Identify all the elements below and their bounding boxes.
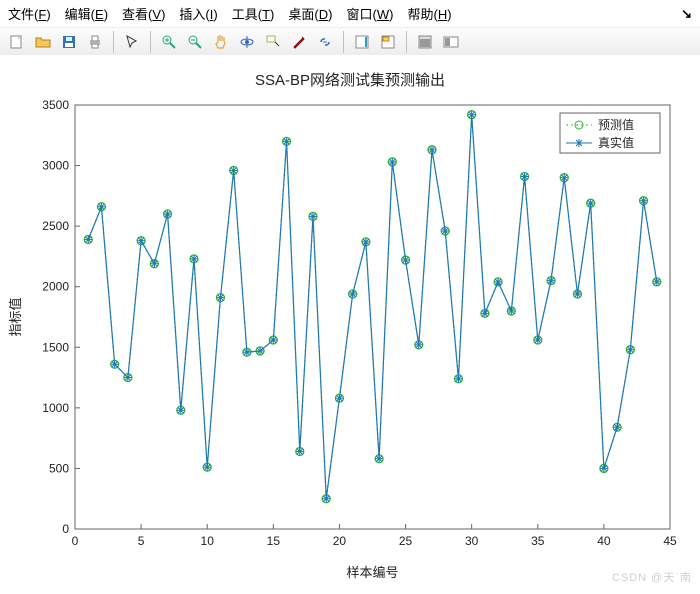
save-icon[interactable] bbox=[58, 31, 80, 53]
svg-text:15: 15 bbox=[267, 534, 281, 548]
svg-text:5: 5 bbox=[138, 534, 145, 548]
svg-text:30: 30 bbox=[465, 534, 479, 548]
menu-desktop[interactable]: 桌面(D) bbox=[288, 4, 332, 23]
svg-text:0: 0 bbox=[62, 522, 69, 536]
chart-title: SSA-BP网络测试集预测输出 bbox=[255, 72, 445, 89]
pointer-icon[interactable] bbox=[121, 31, 143, 53]
print-icon[interactable] bbox=[84, 31, 106, 53]
svg-text:3000: 3000 bbox=[42, 159, 69, 173]
svg-text:45: 45 bbox=[663, 534, 677, 548]
svg-text:40: 40 bbox=[597, 534, 611, 548]
svg-text:0: 0 bbox=[72, 534, 79, 548]
datacursor-icon[interactable] bbox=[262, 31, 284, 53]
y-axis-label: 指标值 bbox=[8, 297, 23, 336]
svg-text:500: 500 bbox=[49, 461, 69, 475]
dock-icon[interactable]: ↘ bbox=[681, 6, 692, 22]
open-folder-icon[interactable] bbox=[32, 31, 54, 53]
chart-svg: SSA-BP网络测试集预测输出样本编号 指标值 0 5 10 15 20 25 30 35 40 45… bbox=[0, 55, 700, 589]
x-axis-label: 样本编号 bbox=[346, 565, 398, 580]
brush-icon[interactable] bbox=[288, 31, 310, 53]
menu-insert[interactable]: 插入(I) bbox=[179, 4, 217, 23]
svg-text:10: 10 bbox=[201, 534, 215, 548]
layout-a-icon[interactable] bbox=[414, 31, 436, 53]
menu-bar: 文件(F) 编辑(E) 查看(V) 插入(I) 工具(T) 桌面(D) 窗口(W… bbox=[0, 0, 700, 28]
svg-text:20: 20 bbox=[333, 534, 347, 548]
menu-help[interactable]: 帮助(H) bbox=[407, 4, 451, 23]
toolbar bbox=[0, 28, 700, 57]
menu-file[interactable]: 文件(F) bbox=[8, 4, 51, 23]
menu-edit[interactable]: 编辑(E) bbox=[65, 4, 108, 23]
zoom-out-icon[interactable] bbox=[184, 31, 206, 53]
svg-text:35: 35 bbox=[531, 534, 545, 548]
svg-text:1500: 1500 bbox=[42, 340, 69, 354]
svg-text:25: 25 bbox=[399, 534, 413, 548]
menu-view[interactable]: 查看(V) bbox=[122, 4, 165, 23]
link-icon[interactable] bbox=[314, 31, 336, 53]
colorbar-icon[interactable] bbox=[351, 31, 373, 53]
svg-text:预测值: 预测值 bbox=[598, 117, 634, 132]
layout-b-icon[interactable] bbox=[440, 31, 462, 53]
zoom-in-icon[interactable] bbox=[158, 31, 180, 53]
legend-icon[interactable] bbox=[377, 31, 399, 53]
pan-icon[interactable] bbox=[210, 31, 232, 53]
svg-text:3500: 3500 bbox=[42, 98, 69, 112]
new-figure-icon[interactable] bbox=[6, 31, 28, 53]
svg-text:1000: 1000 bbox=[42, 401, 69, 415]
rotate-3d-icon[interactable] bbox=[236, 31, 258, 53]
menu-window[interactable]: 窗口(W) bbox=[346, 4, 393, 23]
watermark: CSDN @天˙南 bbox=[612, 569, 692, 585]
svg-text:2000: 2000 bbox=[42, 280, 69, 294]
svg-text:2500: 2500 bbox=[42, 219, 69, 233]
menu-tools[interactable]: 工具(T) bbox=[232, 4, 275, 23]
chart-area: SSA-BP网络测试集预测输出样本编号 指标值 0 5 10 15 20 25 30 35 40 45… bbox=[0, 55, 700, 589]
svg-text:真实值: 真实值 bbox=[598, 135, 634, 150]
